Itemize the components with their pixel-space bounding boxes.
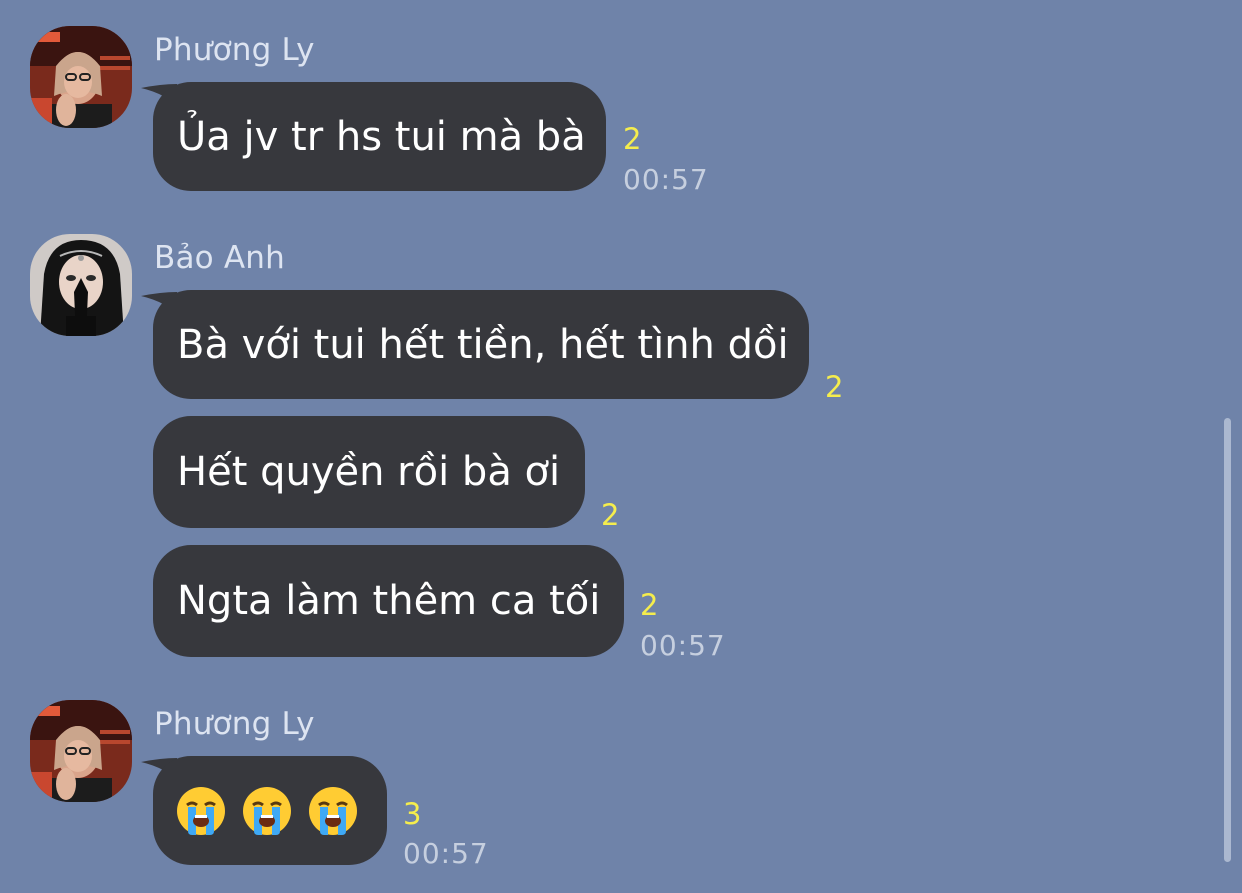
avatar-bao-anh[interactable] — [30, 234, 132, 336]
unread-count: 2 — [601, 498, 620, 532]
message-bubble[interactable]: Ngta làm thêm ca tối — [153, 545, 624, 657]
unread-count: 2 — [623, 122, 642, 156]
message-bubble[interactable]: Hết quyền rồi bà ơi — [153, 416, 585, 528]
chat-room: Phương Ly Ủa jv tr hs tui mà bà 2 00:57 … — [0, 0, 1242, 893]
sender-name: Bảo Anh — [154, 240, 285, 276]
sender-name: Phương Ly — [154, 706, 315, 742]
avatar-phuong-ly[interactable] — [30, 26, 132, 128]
unread-count: 2 — [825, 370, 844, 404]
loudly-crying-face-emoji — [177, 786, 225, 835]
scrollbar[interactable] — [1224, 418, 1231, 862]
message-text: Ngta làm thêm ca tối — [177, 578, 601, 624]
loudly-crying-face-emoji — [243, 786, 291, 835]
message-bubble[interactable]: Ủa jv tr hs tui mà bà — [153, 82, 606, 191]
message-bubble[interactable]: Bà với tui hết tiền, hết tình dồi — [153, 290, 809, 399]
sender-name: Phương Ly — [154, 32, 315, 68]
message-time: 00:57 — [623, 163, 709, 196]
message-bubble[interactable] — [153, 756, 387, 865]
unread-count: 2 — [640, 588, 659, 622]
message-text: Ủa jv tr hs tui mà bà — [177, 113, 586, 160]
message-text: Bà với tui hết tiền, hết tình dồi — [177, 321, 789, 368]
message-time: 00:57 — [640, 629, 726, 662]
loudly-crying-face-emoji — [309, 786, 357, 835]
unread-count: 3 — [403, 797, 422, 831]
message-text: Hết quyền rồi bà ơi — [177, 449, 561, 495]
message-time: 00:57 — [403, 837, 489, 870]
avatar-phuong-ly[interactable] — [30, 700, 132, 802]
